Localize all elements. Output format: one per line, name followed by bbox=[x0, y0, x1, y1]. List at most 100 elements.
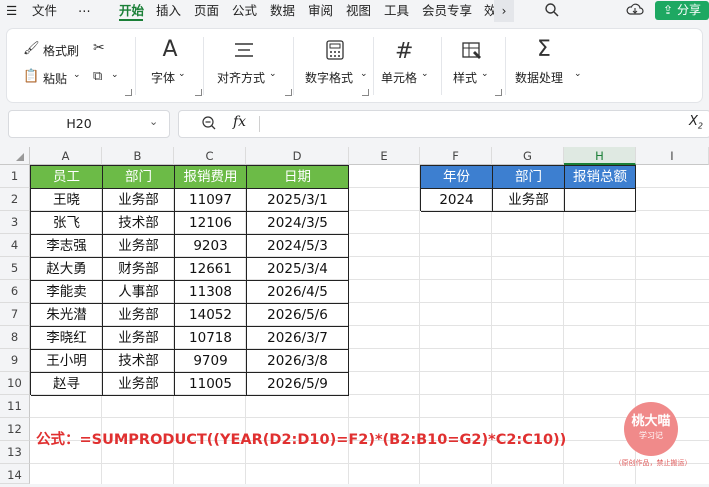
row-header[interactable]: 9 bbox=[0, 349, 30, 372]
tab-formula[interactable]: 公式 bbox=[232, 2, 257, 20]
column-header-h[interactable]: H bbox=[564, 147, 636, 165]
cut-icon[interactable]: ✂ bbox=[93, 40, 105, 56]
criteria-header-cell[interactable]: 年份 bbox=[421, 166, 493, 189]
table-cell[interactable]: 王小明 bbox=[31, 350, 103, 373]
row-header[interactable]: 3 bbox=[0, 211, 30, 234]
share-button[interactable]: ⇪ 分享 bbox=[655, 1, 709, 20]
number-format-button[interactable]: 数字格式 ⌄ bbox=[297, 37, 379, 93]
column-header-i[interactable]: I bbox=[636, 147, 709, 165]
font-launcher-icon[interactable] bbox=[195, 89, 202, 96]
row-header[interactable]: 10 bbox=[0, 372, 30, 395]
table-cell[interactable]: 2026/5/6 bbox=[247, 304, 349, 327]
table-header-cell[interactable]: 部门 bbox=[103, 166, 175, 189]
table-cell[interactable]: 财务部 bbox=[103, 258, 175, 281]
row-header[interactable]: 13 bbox=[0, 441, 30, 464]
criteria-header-cell[interactable]: 部门 bbox=[493, 166, 565, 189]
table-cell[interactable]: 李志强 bbox=[31, 235, 103, 258]
table-cell[interactable]: 12661 bbox=[175, 258, 247, 281]
align-button[interactable]: 对齐方式 ⌄ bbox=[209, 37, 285, 93]
data-process-button[interactable]: Σ 数据处理 ⌄ bbox=[511, 37, 591, 93]
table-cell[interactable]: 2025/3/4 bbox=[247, 258, 349, 281]
table-cell[interactable]: 2026/4/5 bbox=[247, 281, 349, 304]
clipboard-launcher-icon[interactable] bbox=[125, 89, 132, 96]
table-cell[interactable]: 赵大勇 bbox=[31, 258, 103, 281]
table-cell[interactable]: 14052 bbox=[175, 304, 247, 327]
tab-efficiency[interactable]: 效 bbox=[484, 2, 494, 20]
table-cell[interactable]: 业务部 bbox=[103, 235, 175, 258]
table-header-cell[interactable]: 日期 bbox=[247, 166, 349, 189]
tab-data[interactable]: 数据 bbox=[270, 2, 295, 20]
row-header[interactable]: 6 bbox=[0, 280, 30, 303]
menu-file[interactable]: 文件 bbox=[32, 2, 57, 20]
number-format-launcher-icon[interactable] bbox=[362, 89, 369, 96]
row-header[interactable]: 1 bbox=[0, 165, 30, 188]
zoom-formula-icon[interactable] bbox=[201, 115, 217, 134]
table-cell[interactable]: 技术部 bbox=[103, 212, 175, 235]
column-header-c[interactable]: C bbox=[174, 147, 246, 165]
column-header-b[interactable]: B bbox=[102, 147, 174, 165]
row-header[interactable]: 7 bbox=[0, 303, 30, 326]
table-cell[interactable]: 业务部 bbox=[103, 304, 175, 327]
formula-expand-icon[interactable]: X2 bbox=[689, 114, 703, 131]
table-cell[interactable]: 王晓 bbox=[31, 189, 103, 212]
search-icon[interactable] bbox=[544, 2, 560, 18]
table-cell[interactable]: 业务部 bbox=[103, 189, 175, 212]
column-header-a[interactable]: A bbox=[30, 147, 102, 165]
font-button[interactable]: A 字体 ⌄ bbox=[147, 37, 195, 93]
table-cell[interactable]: 2024/5/3 bbox=[247, 235, 349, 258]
fx-icon[interactable]: fx bbox=[233, 114, 246, 130]
table-cell[interactable]: 业务部 bbox=[103, 373, 175, 396]
column-header-g[interactable]: G bbox=[492, 147, 564, 165]
copy-button[interactable]: ⧉ ⌄ bbox=[93, 69, 125, 87]
criteria-dept-cell[interactable]: 业务部 bbox=[493, 189, 565, 212]
column-header-e[interactable]: E bbox=[349, 147, 420, 165]
table-cell[interactable]: 技术部 bbox=[103, 350, 175, 373]
table-cell[interactable]: 10718 bbox=[175, 327, 247, 350]
table-cell[interactable]: 2026/3/8 bbox=[247, 350, 349, 373]
tab-insert[interactable]: 插入 bbox=[156, 2, 181, 20]
table-cell[interactable]: 2026/5/9 bbox=[247, 373, 349, 396]
select-all-corner[interactable] bbox=[0, 147, 30, 165]
row-header[interactable]: 4 bbox=[0, 234, 30, 257]
table-cell[interactable]: 9203 bbox=[175, 235, 247, 258]
tab-home[interactable]: 开始 bbox=[119, 2, 144, 20]
column-header-f[interactable]: F bbox=[420, 147, 492, 165]
table-cell[interactable]: 11308 bbox=[175, 281, 247, 304]
table-cell[interactable]: 李能卖 bbox=[31, 281, 103, 304]
table-cell[interactable]: 2024/3/5 bbox=[247, 212, 349, 235]
hamburger-icon[interactable]: ☰ bbox=[6, 2, 17, 20]
align-launcher-icon[interactable] bbox=[285, 89, 292, 96]
criteria-year-cell[interactable]: 2024 bbox=[421, 189, 493, 212]
table-cell[interactable]: 12106 bbox=[175, 212, 247, 235]
table-cell[interactable]: 11005 bbox=[175, 373, 247, 396]
row-header[interactable]: 8 bbox=[0, 326, 30, 349]
formula-bar[interactable]: fx X2 bbox=[178, 110, 709, 138]
cloud-sync-icon[interactable] bbox=[626, 2, 644, 18]
table-cell[interactable]: 张飞 bbox=[31, 212, 103, 235]
cell-button[interactable]: # 单元格 ⌄ bbox=[379, 37, 435, 93]
style-launcher-icon[interactable] bbox=[495, 89, 502, 96]
format-painter-button[interactable]: 🖌 格式刷 bbox=[23, 41, 103, 59]
row-header[interactable]: 5 bbox=[0, 257, 30, 280]
table-cell[interactable]: 9709 bbox=[175, 350, 247, 373]
table-header-cell[interactable]: 员工 bbox=[31, 166, 103, 189]
row-header[interactable]: 14 bbox=[0, 464, 30, 484]
paste-button[interactable]: 📋 粘贴 ⌄ bbox=[23, 69, 93, 87]
tab-view[interactable]: 视图 bbox=[346, 2, 371, 20]
style-button[interactable]: 样式 ⌄ bbox=[447, 37, 499, 93]
scroll-right-icon[interactable]: › bbox=[494, 0, 514, 22]
table-header-cell[interactable]: 报销费用 bbox=[175, 166, 247, 189]
table-cell[interactable]: 赵寻 bbox=[31, 373, 103, 396]
tab-member[interactable]: 会员专享 bbox=[422, 2, 472, 20]
row-header[interactable]: 12 bbox=[0, 418, 30, 441]
table-cell[interactable]: 11097 bbox=[175, 189, 247, 212]
row-header[interactable]: 2 bbox=[0, 188, 30, 211]
table-cell[interactable]: 李晓红 bbox=[31, 327, 103, 350]
table-cell[interactable]: 2026/3/7 bbox=[247, 327, 349, 350]
chevron-down-icon[interactable]: ⌄ bbox=[149, 115, 158, 128]
tab-page[interactable]: 页面 bbox=[194, 2, 219, 20]
tab-review[interactable]: 审阅 bbox=[308, 2, 333, 20]
table-cell[interactable]: 人事部 bbox=[103, 281, 175, 304]
name-box[interactable]: H20 ⌄ bbox=[8, 110, 170, 138]
table-cell[interactable]: 朱光潜 bbox=[31, 304, 103, 327]
